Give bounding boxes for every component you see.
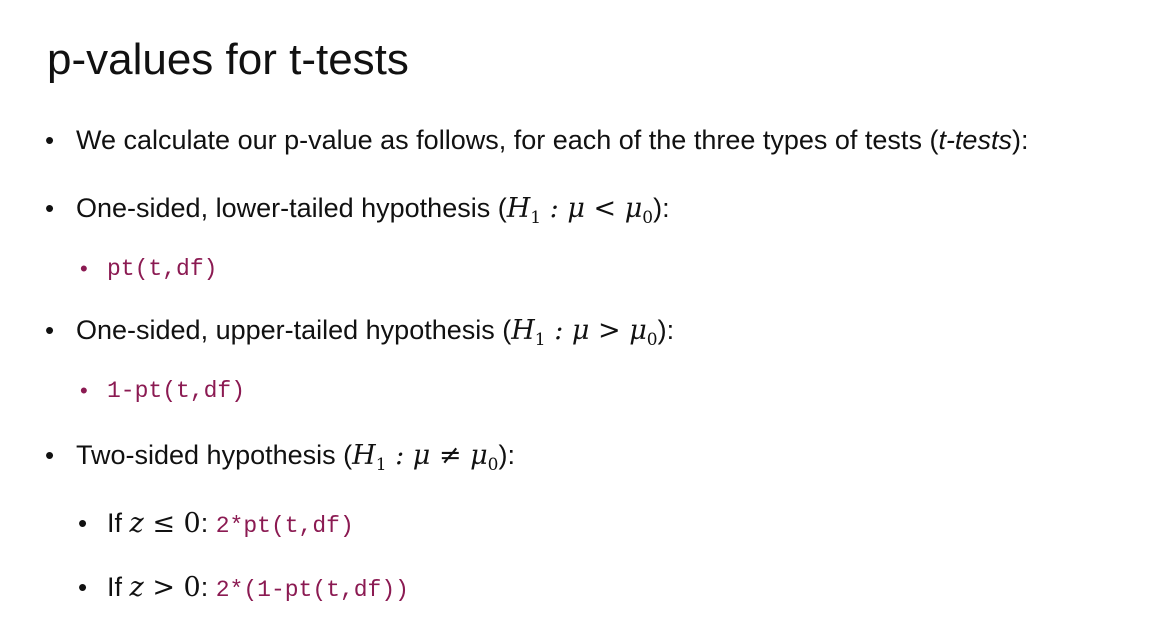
lower-tailed-label: One-sided, lower-tailed hypothesis ( <box>76 193 507 223</box>
hypothesis-subscript: 1 <box>530 208 542 228</box>
condition: ≤ 0 <box>143 508 201 539</box>
code-two-sided-positive: 2*(1-pt(t,df)) <box>215 577 409 603</box>
sub-bullet-dot: • <box>80 378 88 403</box>
hypothesis-symbol: H <box>352 440 376 471</box>
bullet-intro-text: We calculate our p-value as follows, for… <box>76 123 1028 157</box>
two-sided-text: Two-sided hypothesis (H1 : μ ≠ μ0): <box>76 438 515 482</box>
close-paren: ): <box>653 193 670 223</box>
slide: p-values for t-tests • We calculate our … <box>0 0 1162 642</box>
bullet-dot: • <box>45 125 55 155</box>
if-label: If <box>107 508 130 538</box>
close-paren: ): <box>498 440 516 470</box>
hypothesis-relation: : μ > μ <box>545 315 647 346</box>
intro-emphasis: t-tests <box>938 125 1012 155</box>
sub-bullet-dot: • <box>78 508 88 538</box>
if-label: If <box>107 572 130 602</box>
bullet-dot: • <box>45 440 55 470</box>
colon: : <box>200 572 216 602</box>
hypothesis-relation: : μ < μ <box>541 193 643 224</box>
code-upper-tailed: 1-pt(t,df) <box>107 378 246 404</box>
hypothesis-subscript: 1 <box>534 330 546 350</box>
z-variable: z <box>129 572 144 603</box>
mu-subscript: 0 <box>642 208 654 228</box>
sub-bullet-dot: • <box>78 572 88 602</box>
two-sided-nonpositive-text: If z ≤ 0: 2*pt(t,df) <box>107 506 354 543</box>
close-paren: ): <box>657 315 675 345</box>
upper-tailed-text: One-sided, upper-tailed hypothesis (H1 :… <box>76 313 674 357</box>
lower-tailed-text: One-sided, lower-tailed hypothesis (H1 :… <box>76 191 670 235</box>
bullet-dot: • <box>45 193 55 223</box>
hypothesis-symbol: H <box>506 193 531 224</box>
bullet-dot: • <box>45 315 55 345</box>
z-variable: z <box>129 508 144 539</box>
upper-tailed-label: One-sided, upper-tailed hypothesis ( <box>76 315 512 345</box>
code-lower-tailed: pt(t,df) <box>107 256 218 282</box>
two-sided-positive-text: If z > 0: 2*(1-pt(t,df)) <box>107 570 409 607</box>
sub-bullet-dot: • <box>80 256 88 281</box>
two-sided-label: Two-sided hypothesis ( <box>76 440 353 470</box>
mu-subscript: 0 <box>487 455 499 475</box>
intro-text: We calculate our p-value as follows, for… <box>76 125 939 155</box>
hypothesis-symbol: H <box>511 315 535 346</box>
hypothesis-relation: : μ ≠ μ <box>386 440 488 471</box>
slide-title: p-values for t-tests <box>47 35 409 84</box>
condition: > 0 <box>143 572 201 603</box>
hypothesis-subscript: 1 <box>375 455 387 475</box>
colon: : <box>200 508 216 538</box>
code-two-sided-nonpositive: 2*pt(t,df) <box>215 513 354 539</box>
mu-subscript: 0 <box>646 330 658 350</box>
intro-text-end: ): <box>1011 125 1029 155</box>
